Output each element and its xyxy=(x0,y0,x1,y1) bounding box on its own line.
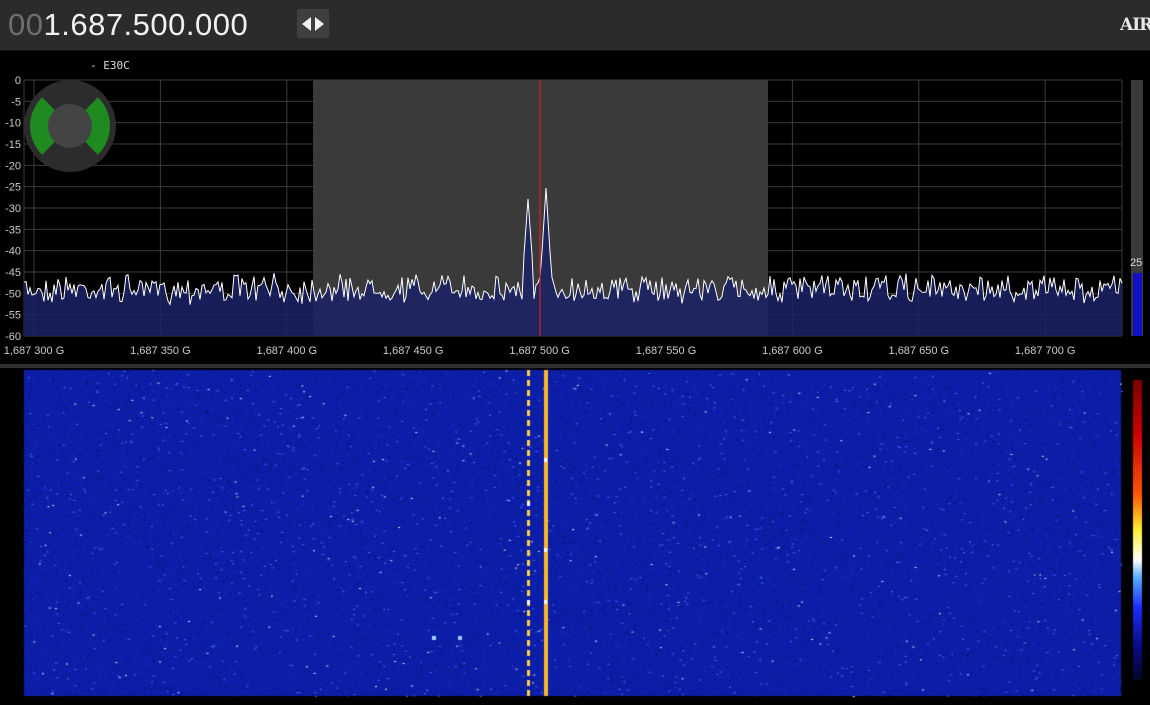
db-tick-label: -55 xyxy=(5,310,21,322)
frequency-tick-label: 1,687 450 G xyxy=(383,345,444,357)
level-value: 25 xyxy=(1130,257,1142,269)
left-right-arrows-icon xyxy=(302,17,324,31)
waterfall-canvas[interactable] xyxy=(0,368,1150,700)
app-logo: AIR xyxy=(1120,15,1150,35)
tune-step-button[interactable] xyxy=(297,9,329,38)
frequency-tick-label: 1,687 300 G xyxy=(4,345,65,357)
frequency-leading-digits[interactable]: 00 xyxy=(8,7,43,42)
frequency-tick-label: 1,687 400 G xyxy=(257,345,318,357)
level-bar-fill xyxy=(1133,273,1142,336)
spectrum-plot[interactable]: 0 -5 -10 -15 -20 -25 -30 -35 -40 -45 -50 -55 -60 1,6… xyxy=(0,51,1150,364)
frequency-tick-label: 1,687 500 G xyxy=(509,345,570,357)
db-tick-label: -10 xyxy=(5,118,21,130)
db-tick-label: -25 xyxy=(5,182,21,194)
db-tick-label: -15 xyxy=(5,139,21,151)
knob-center[interactable] xyxy=(48,104,92,148)
db-tick-label: -20 xyxy=(5,160,21,172)
db-axis-labels: 0 -5 -10 -15 -20 -25 -30 -35 -40 -45 -50 -55 -60 xyxy=(5,75,21,343)
frequency-tick-label: 1,687 700 G xyxy=(1015,345,1076,357)
frequency-display[interactable]: 001.687.500.000 xyxy=(8,3,248,47)
frequency-tick-label: 1,687 650 G xyxy=(889,345,950,357)
top-bar: 001.687.500.000 AIR xyxy=(0,0,1150,51)
zoom-knob[interactable] xyxy=(24,80,116,172)
db-tick-label: -40 xyxy=(5,246,21,258)
frequency-axis-labels: 1,687 300 G 1,687 350 G 1,687 400 G 1,687 4… xyxy=(4,345,1076,357)
station-label: - E30C xyxy=(90,59,130,72)
db-tick-label: -45 xyxy=(5,267,21,279)
db-tick-label: -50 xyxy=(5,288,21,300)
frequency-tick-label: 1,687 600 G xyxy=(762,345,823,357)
frequency-value[interactable]: 1.687.500.000 xyxy=(43,7,248,42)
db-tick-label: -5 xyxy=(11,96,21,108)
db-tick-label: -60 xyxy=(5,331,21,343)
frequency-tick-label: 1,687 550 G xyxy=(636,345,697,357)
spectrum-panel[interactable]: 0 -5 -10 -15 -20 -25 -30 -35 -40 -45 -50 -55 -60 1,6… xyxy=(0,51,1150,364)
waterfall-panel[interactable] xyxy=(0,368,1150,700)
db-tick-label: -30 xyxy=(5,203,21,215)
db-tick-label: -35 xyxy=(5,224,21,236)
frequency-tick-label: 1,687 350 G xyxy=(130,345,191,357)
db-tick-label: 0 xyxy=(15,75,21,87)
